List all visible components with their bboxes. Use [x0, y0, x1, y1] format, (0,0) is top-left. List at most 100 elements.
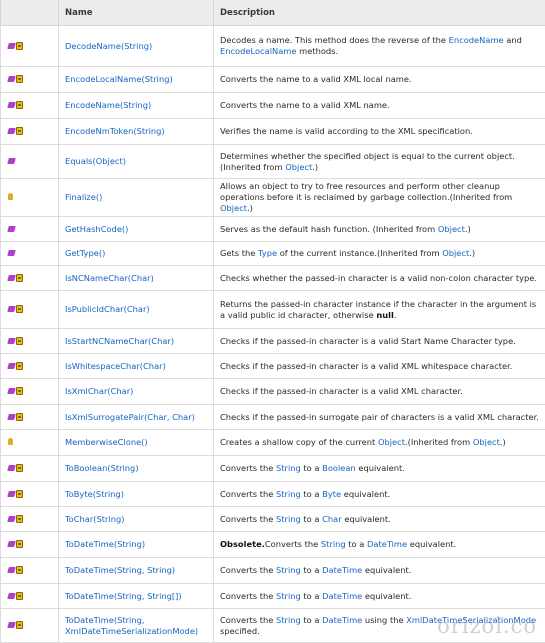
member-name-link[interactable]: Equals(Object) [65, 156, 126, 166]
member-description: Obsolete.Converts the String to a DateTi… [214, 532, 545, 558]
static-member-icon [16, 42, 23, 50]
member-icons [1, 242, 59, 266]
member-name-link[interactable]: EncodeName(String) [65, 100, 151, 110]
member-name-link[interactable]: ToDateTime(String, XmlDateTimeSerializat… [65, 615, 198, 636]
member-name-cell: ToDateTime(String) [59, 532, 214, 558]
member-name-link[interactable]: IsPublicIdChar(Char) [65, 304, 150, 314]
type-link[interactable]: String [276, 489, 301, 499]
static-member-icon [16, 127, 23, 135]
description-text: and [504, 35, 522, 45]
static-member-icon [16, 540, 23, 548]
type-link[interactable]: Object [442, 248, 469, 258]
member-name-link[interactable]: EncodeLocalName(String) [65, 74, 173, 84]
member-icons [1, 558, 59, 584]
type-link[interactable]: XmlDateTimeSerializationMode [406, 615, 536, 625]
type-link[interactable]: Type [258, 248, 277, 258]
static-member-icon [16, 592, 23, 600]
type-link[interactable]: Object [473, 437, 500, 447]
type-link[interactable]: String [276, 615, 301, 625]
type-link[interactable]: DateTime [322, 565, 362, 575]
member-name-link[interactable]: ToDateTime(String) [65, 539, 145, 549]
member-name-link[interactable]: IsWhitespaceChar(Char) [65, 361, 166, 371]
description-text: Converts the [220, 591, 276, 601]
table-row: IsXmlChar(Char) Checks if the passed-in c… [1, 379, 545, 405]
description-text: Checks if the passed-in character is a v… [220, 361, 512, 371]
member-icons [1, 482, 59, 507]
member-name-link[interactable]: MemberwiseClone() [65, 437, 148, 447]
description-text: using the [362, 615, 406, 625]
type-link[interactable]: String [276, 565, 301, 575]
public-method-icon [7, 388, 16, 394]
type-link[interactable]: EncodeLocalName [220, 46, 297, 56]
member-name-cell: EncodeName(String) [59, 93, 214, 119]
type-link[interactable]: Boolean [322, 463, 356, 473]
description-text: to a [346, 539, 367, 549]
member-name-link[interactable]: IsStartNCNameChar(Char) [65, 336, 174, 346]
type-link[interactable]: String [321, 539, 346, 549]
type-link[interactable]: DateTime [322, 615, 362, 625]
member-name-link[interactable]: GetType() [65, 248, 105, 258]
public-method-icon [7, 128, 16, 134]
member-description: Converts the String to a Char equivalent… [214, 507, 545, 532]
table-row: IsWhitespaceChar(Char) Checks if the pass… [1, 354, 545, 379]
public-method-icon [7, 516, 16, 522]
type-link[interactable]: Char [322, 514, 342, 524]
type-link[interactable]: Object [220, 203, 247, 213]
member-name-link[interactable]: IsXmlChar(Char) [65, 386, 133, 396]
description-text: equivalent. [341, 489, 390, 499]
description-text: to a [301, 591, 322, 601]
member-name-link[interactable]: ToChar(String) [65, 514, 125, 524]
member-name-link[interactable]: DecodeName(String) [65, 41, 152, 51]
static-member-icon [16, 413, 23, 421]
table-row: GetType() Gets the Type of the current in… [1, 242, 545, 266]
member-icons [1, 217, 59, 242]
type-link[interactable]: String [276, 591, 301, 601]
public-method-icon [7, 76, 16, 82]
member-icons [1, 405, 59, 430]
member-icons [1, 119, 59, 145]
public-method-icon [7, 275, 16, 281]
static-member-icon [16, 387, 23, 395]
member-description: Serves as the default hash function. (In… [214, 217, 545, 242]
member-name-link[interactable]: EncodeNmToken(String) [65, 126, 165, 136]
description-text: Gets the [220, 248, 258, 258]
description-text: to a [301, 514, 322, 524]
public-method-icon [7, 593, 16, 599]
member-name-link[interactable]: Finalize() [65, 192, 102, 202]
description-text: Converts the [220, 514, 276, 524]
member-name-link[interactable]: ToBoolean(String) [65, 463, 139, 473]
type-link[interactable]: String [276, 463, 301, 473]
description-text: of the current instance.(Inherited from [277, 248, 442, 258]
table-row: IsXmlSurrogatePair(Char, Char) Checks if … [1, 405, 545, 430]
public-method-icon [7, 491, 16, 497]
type-link[interactable]: DateTime [322, 591, 362, 601]
member-name-link[interactable]: IsXmlSurrogatePair(Char, Char) [65, 412, 195, 422]
member-name-cell: ToDateTime(String, XmlDateTimeSerializat… [59, 609, 214, 643]
description-text: Checks if the passed-in surrogate pair o… [220, 412, 539, 422]
member-icons [1, 26, 59, 67]
member-name-cell: IsXmlChar(Char) [59, 379, 214, 405]
type-link[interactable]: EncodeName [449, 35, 504, 45]
type-link[interactable]: Object [285, 162, 312, 172]
member-name-link[interactable]: ToByte(String) [65, 489, 124, 499]
member-name-link[interactable]: ToDateTime(String, String) [65, 565, 175, 575]
public-method-icon [7, 363, 16, 369]
member-name-link[interactable]: GetHashCode() [65, 224, 128, 234]
type-link[interactable]: Object [438, 224, 465, 234]
type-link[interactable]: DateTime [367, 539, 407, 549]
member-description: Checks if the passed-in character is a v… [214, 379, 545, 405]
type-link[interactable]: String [276, 514, 301, 524]
member-name-cell: IsXmlSurrogatePair(Char, Char) [59, 405, 214, 430]
member-name-link[interactable]: IsNCNameChar(Char) [65, 273, 154, 283]
description-text: .) [247, 203, 253, 213]
public-method-icon [7, 465, 16, 471]
type-link[interactable]: Object [378, 437, 405, 447]
member-name-cell: ToDateTime(String, String[]) [59, 584, 214, 609]
table-row: DecodeName(String)Decodes a name. This m… [1, 26, 545, 67]
public-method-icon [7, 541, 16, 547]
type-link[interactable]: Byte [322, 489, 341, 499]
member-name-cell: ToChar(String) [59, 507, 214, 532]
table-row: ToDateTime(String, String)Converts the S… [1, 558, 545, 584]
static-member-icon [16, 101, 23, 109]
member-name-link[interactable]: ToDateTime(String, String[]) [65, 591, 182, 601]
